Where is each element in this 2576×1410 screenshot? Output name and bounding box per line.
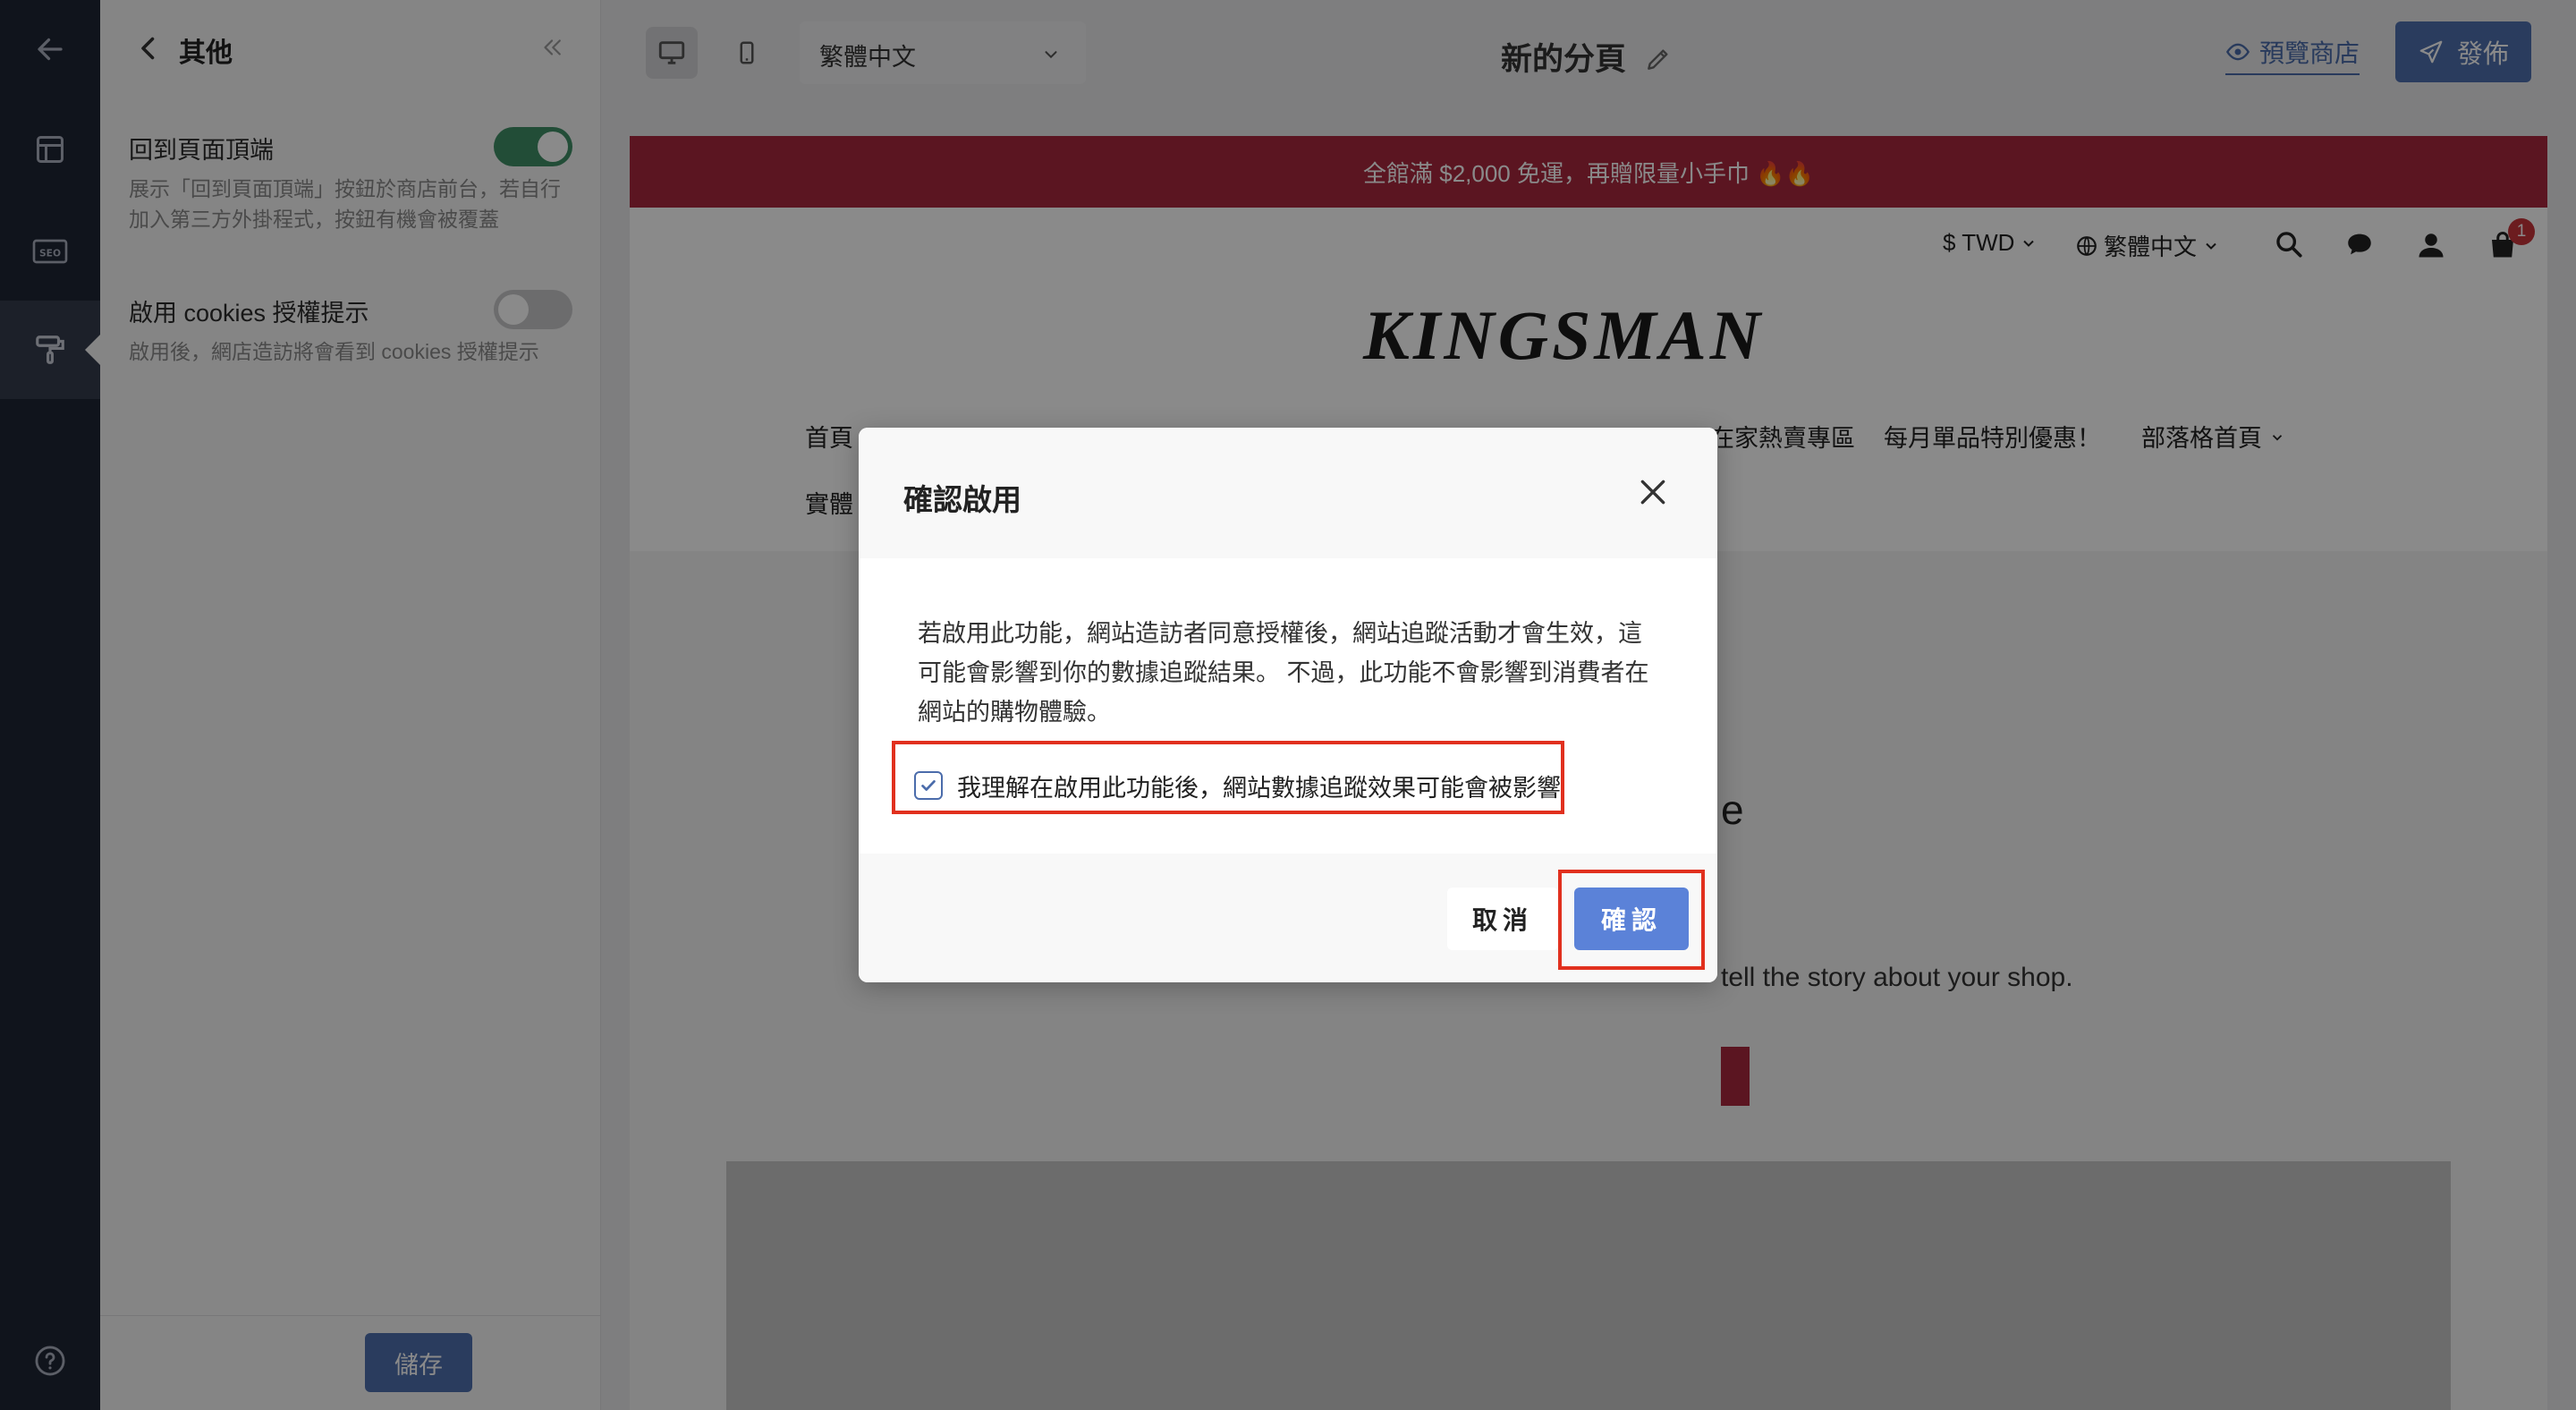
confirm-highlight-box xyxy=(1558,870,1705,970)
dialog-message: 若啟用此功能，網站造訪者同意授權後，網站追蹤活動才會生效，這可能會影響到你的數據… xyxy=(918,620,1649,726)
dialog-close-button[interactable] xyxy=(1631,471,1674,514)
cancel-button[interactable]: 取消 xyxy=(1447,888,1558,950)
confirm-enable-dialog: 確認啟用 若啟用此功能，網站造訪者同意授權後，網站追蹤活動才會生效，這可能會影響… xyxy=(859,428,1717,982)
dialog-title: 確認啟用 xyxy=(903,483,1021,516)
close-icon xyxy=(1640,480,1665,505)
checkbox-highlight-box xyxy=(892,741,1564,814)
